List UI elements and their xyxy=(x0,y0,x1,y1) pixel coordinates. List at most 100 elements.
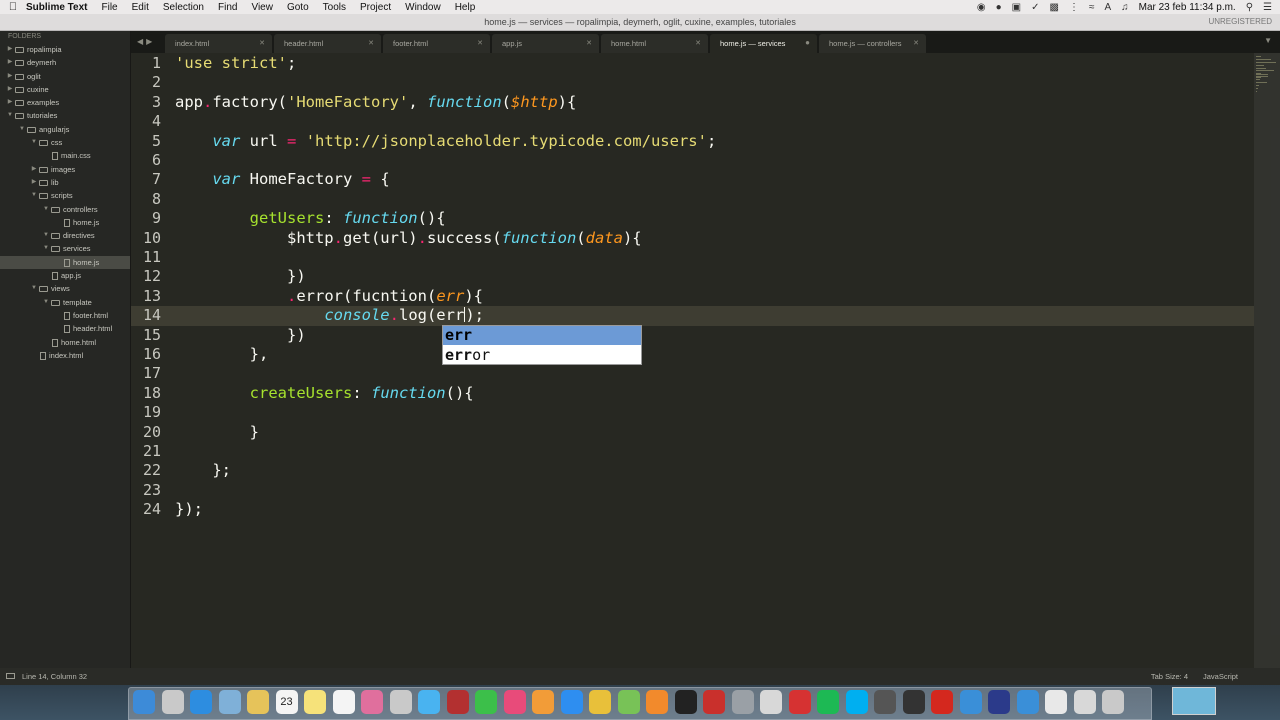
photos-icon[interactable] xyxy=(361,690,383,714)
code-line[interactable]: 12 }) xyxy=(131,267,1254,286)
tab-size-selector[interactable]: Tab Size: 4 xyxy=(1151,672,1188,681)
line-code[interactable]: .error(fucntion(err){ xyxy=(175,287,483,306)
folder-item[interactable]: ▶ deymerh xyxy=(0,56,130,69)
code-line[interactable]: 23 xyxy=(131,481,1254,500)
line-code[interactable]: }) xyxy=(175,267,306,286)
photoshop-icon[interactable] xyxy=(988,690,1010,714)
preview-icon[interactable] xyxy=(218,690,241,714)
autocomplete-option[interactable]: error xyxy=(443,346,641,365)
creative-cloud-tray-icon[interactable]: ● xyxy=(996,2,1002,13)
itunes-icon[interactable] xyxy=(503,690,526,714)
code-line[interactable]: 13 .error(fucntion(err){ xyxy=(131,287,1254,306)
line-code[interactable]: $http.get(url).success(function(data){ xyxy=(175,229,642,248)
minimap[interactable] xyxy=(1254,53,1280,668)
android-studio-icon[interactable] xyxy=(617,690,640,714)
wifi-icon[interactable]: ≈ xyxy=(1089,2,1095,13)
code-line[interactable]: 7 var HomeFactory = { xyxy=(131,170,1254,189)
code-line[interactable]: 17 xyxy=(131,364,1254,383)
calendar-icon[interactable]: 23 xyxy=(275,690,298,714)
code-line[interactable]: 5 var url = 'http://jsonplaceholder.typi… xyxy=(131,132,1254,151)
code-line[interactable]: 6 xyxy=(131,151,1254,170)
close-icon[interactable]: ✕ xyxy=(695,39,701,47)
finder-window-icon[interactable] xyxy=(959,690,982,714)
close-icon[interactable]: ✕ xyxy=(586,39,592,47)
code-line[interactable]: 10 $http.get(url).success(function(data)… xyxy=(131,229,1254,248)
desktop-thumbnail[interactable] xyxy=(1172,687,1216,715)
photo-booth-icon[interactable] xyxy=(446,690,469,714)
system-preferences-icon[interactable] xyxy=(731,690,754,714)
folder-item[interactable]: ▼ tutoriales xyxy=(0,109,130,122)
code-line[interactable]: 3 app.factory('HomeFactory', function($ht… xyxy=(131,93,1254,112)
terminal-icon[interactable] xyxy=(674,690,697,714)
menu-selection[interactable]: Selection xyxy=(163,2,204,13)
code-line[interactable]: 19 xyxy=(131,403,1254,422)
menu-find[interactable]: Find xyxy=(218,2,237,13)
line-code[interactable]: }) xyxy=(175,326,306,345)
tray-icon[interactable]: ▩ xyxy=(1049,2,1058,13)
code-line[interactable]: 22 }; xyxy=(131,461,1254,480)
chevron-down-icon[interactable]: ▼ xyxy=(42,229,50,242)
tab-3[interactable]: app.js ✕ xyxy=(492,34,599,53)
menu-file[interactable]: File xyxy=(102,2,118,13)
notification-center-icon[interactable]: ☰ xyxy=(1263,2,1272,13)
chevron-down-icon[interactable]: ▼ xyxy=(18,123,26,136)
line-code[interactable]: var url = 'http://jsonplaceholder.typico… xyxy=(175,132,716,151)
menu-edit[interactable]: Edit xyxy=(132,2,149,13)
folder-item[interactable]: ▼ css xyxy=(0,136,130,149)
filezilla-icon[interactable] xyxy=(703,690,725,714)
colorsync-icon[interactable] xyxy=(389,690,412,714)
activity-monitor-icon[interactable] xyxy=(874,690,896,714)
chevron-down-icon[interactable]: ▼ xyxy=(42,296,50,309)
folder-item[interactable]: ▶ lib xyxy=(0,176,130,189)
record-icon[interactable]: ◉ xyxy=(977,2,986,13)
document-icon[interactable] xyxy=(1045,690,1067,714)
quicktime-icon[interactable] xyxy=(1016,690,1039,714)
chevron-down-icon[interactable]: ▼ xyxy=(30,136,38,149)
folder-item[interactable]: ▶ images xyxy=(0,163,130,176)
menu-project[interactable]: Project xyxy=(360,2,391,13)
close-icon[interactable]: ✕ xyxy=(477,39,483,47)
code-editor[interactable]: 1'use strict'; 2 3 app.factory('HomeFactory… xyxy=(131,53,1254,668)
menubar-clock[interactable]: Mar 23 feb 11:34 p.m. xyxy=(1139,2,1236,13)
console-icon[interactable] xyxy=(902,690,925,714)
line-code[interactable]: getUsers: function(){ xyxy=(175,209,446,228)
file-item[interactable]: home.html xyxy=(0,336,130,349)
sequel-pro-icon[interactable] xyxy=(760,690,782,714)
folder-item[interactable]: ▼ directives xyxy=(0,229,130,242)
downloads-icon[interactable] xyxy=(1073,690,1096,714)
minimap-viewport[interactable] xyxy=(1254,53,1280,668)
flashcard-icon[interactable] xyxy=(788,690,811,714)
file-item[interactable]: app.js xyxy=(0,269,130,282)
ibooks-icon[interactable] xyxy=(532,690,554,714)
unsaved-dot-icon[interactable]: ● xyxy=(805,38,810,47)
syntax-selector[interactable]: JavaScript xyxy=(1203,672,1238,681)
menu-window[interactable]: Window xyxy=(405,2,441,13)
line-code[interactable]: }; xyxy=(175,461,231,480)
app-menu[interactable]: Sublime Text xyxy=(26,2,88,13)
facetime-icon[interactable] xyxy=(475,690,497,714)
cursor-position[interactable]: Line 14, Column 32 xyxy=(22,672,87,681)
code-line[interactable]: 20 } xyxy=(131,423,1254,442)
line-code[interactable]: }); xyxy=(175,500,203,519)
line-code[interactable]: console.log(err); xyxy=(175,306,484,325)
chevron-right-icon[interactable]: ▶ xyxy=(6,70,14,83)
chevron-right-icon[interactable]: ▶ xyxy=(6,96,14,109)
folder-item[interactable]: ▶ examples xyxy=(0,96,130,109)
code-line[interactable]: 15 }) xyxy=(131,326,1254,345)
tab-list-dropdown-icon[interactable]: ▼ xyxy=(1264,36,1272,45)
input-source-icon[interactable]: A xyxy=(1104,2,1111,13)
chevron-down-icon[interactable]: ▼ xyxy=(30,189,38,202)
app-store-icon[interactable] xyxy=(560,690,583,714)
spotify-icon[interactable] xyxy=(817,690,839,714)
line-code[interactable]: var HomeFactory = { xyxy=(175,170,389,189)
apple-menu-icon[interactable]:  xyxy=(0,1,26,13)
code-line[interactable]: 14 console.log(err); xyxy=(131,306,1254,326)
folder-item[interactable]: ▼ scripts xyxy=(0,189,130,202)
folder-item[interactable]: ▼ template xyxy=(0,296,130,309)
code-line[interactable]: 18 createUsers: function(){ xyxy=(131,384,1254,403)
tab-5[interactable]: home.js — services ● xyxy=(710,34,817,53)
tab-4[interactable]: home.html ✕ xyxy=(601,34,708,53)
file-item[interactable]: index.html xyxy=(0,349,130,362)
chrome-icon[interactable] xyxy=(589,690,611,714)
show-panel-icon[interactable] xyxy=(6,673,15,679)
